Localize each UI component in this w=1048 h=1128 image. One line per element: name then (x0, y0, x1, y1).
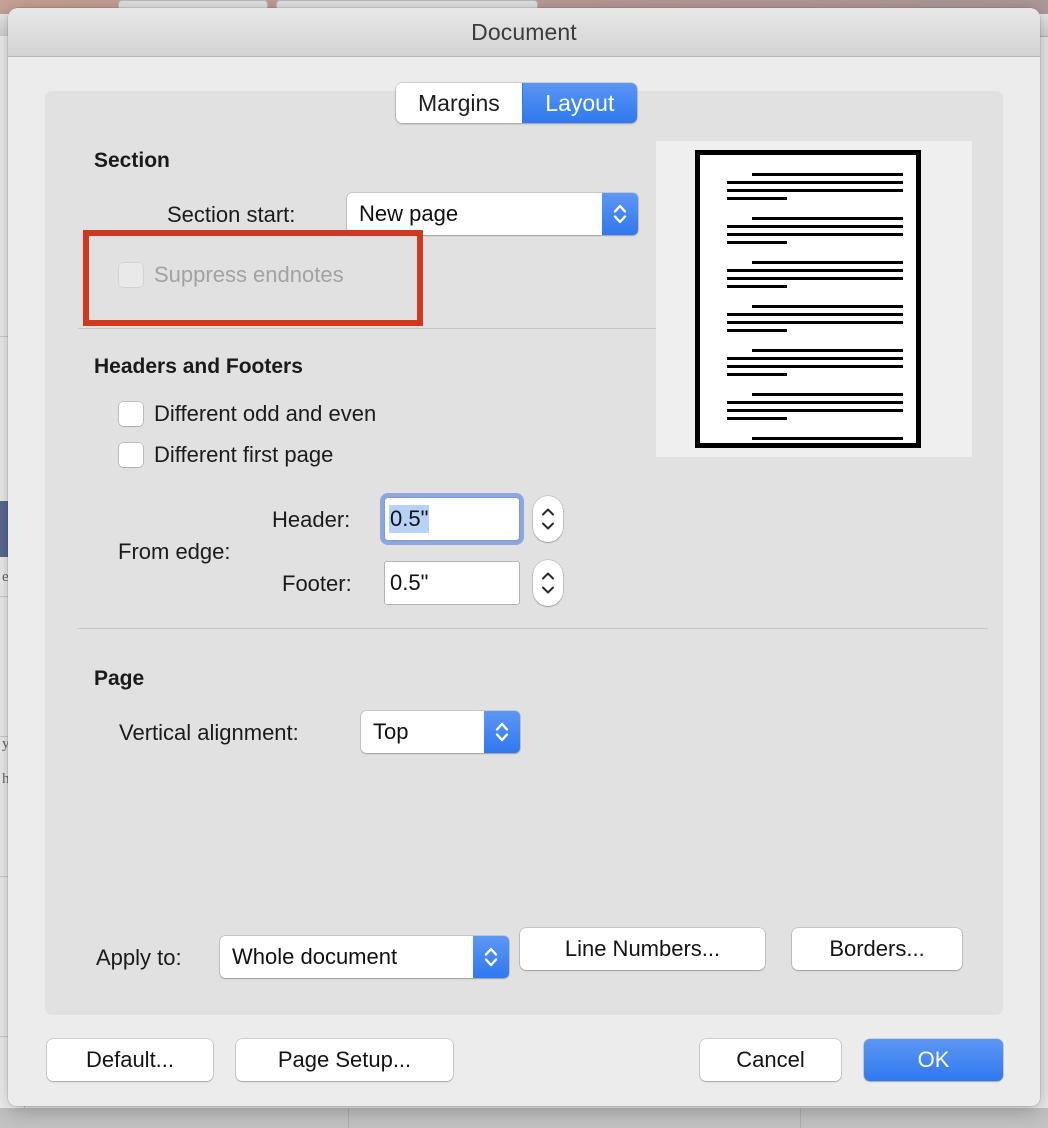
chevron-down-icon (542, 522, 554, 530)
chevron-updown-icon (484, 711, 520, 753)
vertical-alignment-label: Vertical alignment: (119, 720, 299, 745)
preview-paragraph-gap (727, 293, 903, 305)
footer-field-wrap: 0.5" (384, 561, 520, 605)
preview-line (727, 313, 903, 316)
chevron-down-icon (542, 586, 554, 594)
preview-line (727, 401, 903, 404)
preview-line (727, 277, 903, 280)
preview-line (727, 189, 903, 192)
screen: e y h Document Margins Layout Section Se… (0, 0, 1048, 1128)
cancel-button[interactable]: Cancel (700, 1039, 841, 1081)
borders-button[interactable]: Borders... (792, 928, 962, 970)
footer-input-value: 0.5" (390, 570, 429, 595)
section-start-value: New page (359, 201, 459, 226)
checkbox-box (119, 443, 143, 467)
header-label: Header: (272, 507, 351, 532)
preview-paragraph-gap (727, 249, 903, 261)
tab-bar: Margins Layout (396, 83, 637, 123)
different-odd-and-even-label: Different odd and even (154, 401, 377, 426)
background-bottom-strip (0, 1108, 1048, 1128)
default-button[interactable]: Default... (47, 1039, 213, 1081)
preview-line (727, 357, 903, 360)
preview-line (727, 373, 787, 376)
chevron-up-icon (542, 508, 554, 516)
checkbox-box (119, 402, 143, 426)
header-input[interactable]: 0.5" (384, 497, 520, 541)
different-first-page-label: Different first page (154, 442, 334, 467)
preview-line (727, 181, 903, 184)
header-stepper[interactable] (533, 496, 563, 542)
preview-text-lines (727, 173, 903, 448)
ok-button[interactable]: OK (864, 1039, 1003, 1081)
footer-label: Footer: (282, 571, 352, 596)
from-edge-label: From edge: (118, 539, 231, 564)
different-first-page-checkbox[interactable]: Different first page (119, 442, 333, 468)
preview-line (727, 409, 903, 412)
page-group-title: Page (94, 667, 145, 690)
preview-line (752, 437, 903, 440)
apply-to-select[interactable]: Whole document (220, 936, 509, 978)
preview-line (727, 285, 787, 288)
preview-line (727, 233, 903, 236)
preview-line (727, 269, 903, 272)
chevron-updown-icon (602, 193, 638, 235)
dialog-title: Document (471, 18, 577, 45)
line-numbers-button[interactable]: Line Numbers... (520, 928, 765, 970)
vertical-alignment-value: Top (373, 719, 409, 744)
section-separator (78, 328, 656, 329)
preview-paragraph-gap (727, 205, 903, 217)
headers-footers-group-title: Headers and Footers (94, 355, 303, 378)
chevron-up-icon (542, 572, 554, 580)
preview-line (752, 349, 903, 352)
different-odd-and-even-checkbox[interactable]: Different odd and even (119, 401, 376, 427)
suppress-endnotes-label: Suppress endnotes (154, 262, 344, 287)
preview-line (752, 393, 903, 396)
preview-paragraph-gap (727, 337, 903, 349)
preview-line (727, 417, 787, 420)
footer-stepper[interactable] (533, 560, 563, 606)
suppress-endnotes-checkbox: Suppress endnotes (119, 262, 344, 288)
preview-line (727, 197, 787, 200)
tab-margins[interactable]: Margins (396, 83, 522, 123)
vertical-alignment-select[interactable]: Top (361, 711, 520, 753)
preview-line (727, 225, 903, 228)
preview-paragraph-gap (727, 381, 903, 393)
preview-line (752, 217, 903, 220)
preview-line (727, 365, 903, 368)
preview-line (727, 445, 903, 448)
page-separator (78, 628, 988, 629)
preview-line (752, 305, 903, 308)
tab-layout[interactable]: Layout (521, 83, 637, 123)
checkbox-box (119, 263, 143, 287)
page-setup-button[interactable]: Page Setup... (236, 1039, 453, 1081)
preview-paragraph-gap (727, 425, 903, 437)
apply-to-label: Apply to: (96, 945, 182, 970)
section-group-title: Section (94, 149, 170, 172)
preview-line (727, 321, 903, 324)
header-field-wrap: 0.5" (384, 497, 520, 541)
section-start-label: Section start: (167, 202, 296, 227)
document-dialog: Document Margins Layout Section Section … (8, 8, 1040, 1106)
preview-line (752, 173, 903, 176)
dialog-titlebar: Document (8, 8, 1040, 57)
footer-input[interactable]: 0.5" (384, 561, 520, 605)
header-input-value: 0.5" (389, 505, 430, 533)
preview-line (727, 329, 787, 332)
preview-line (727, 241, 787, 244)
document-preview (656, 141, 972, 457)
apply-to-value: Whole document (232, 944, 398, 969)
preview-page (695, 150, 921, 448)
chevron-updown-icon (473, 936, 509, 978)
preview-line (752, 261, 903, 264)
section-start-select[interactable]: New page (347, 193, 638, 235)
